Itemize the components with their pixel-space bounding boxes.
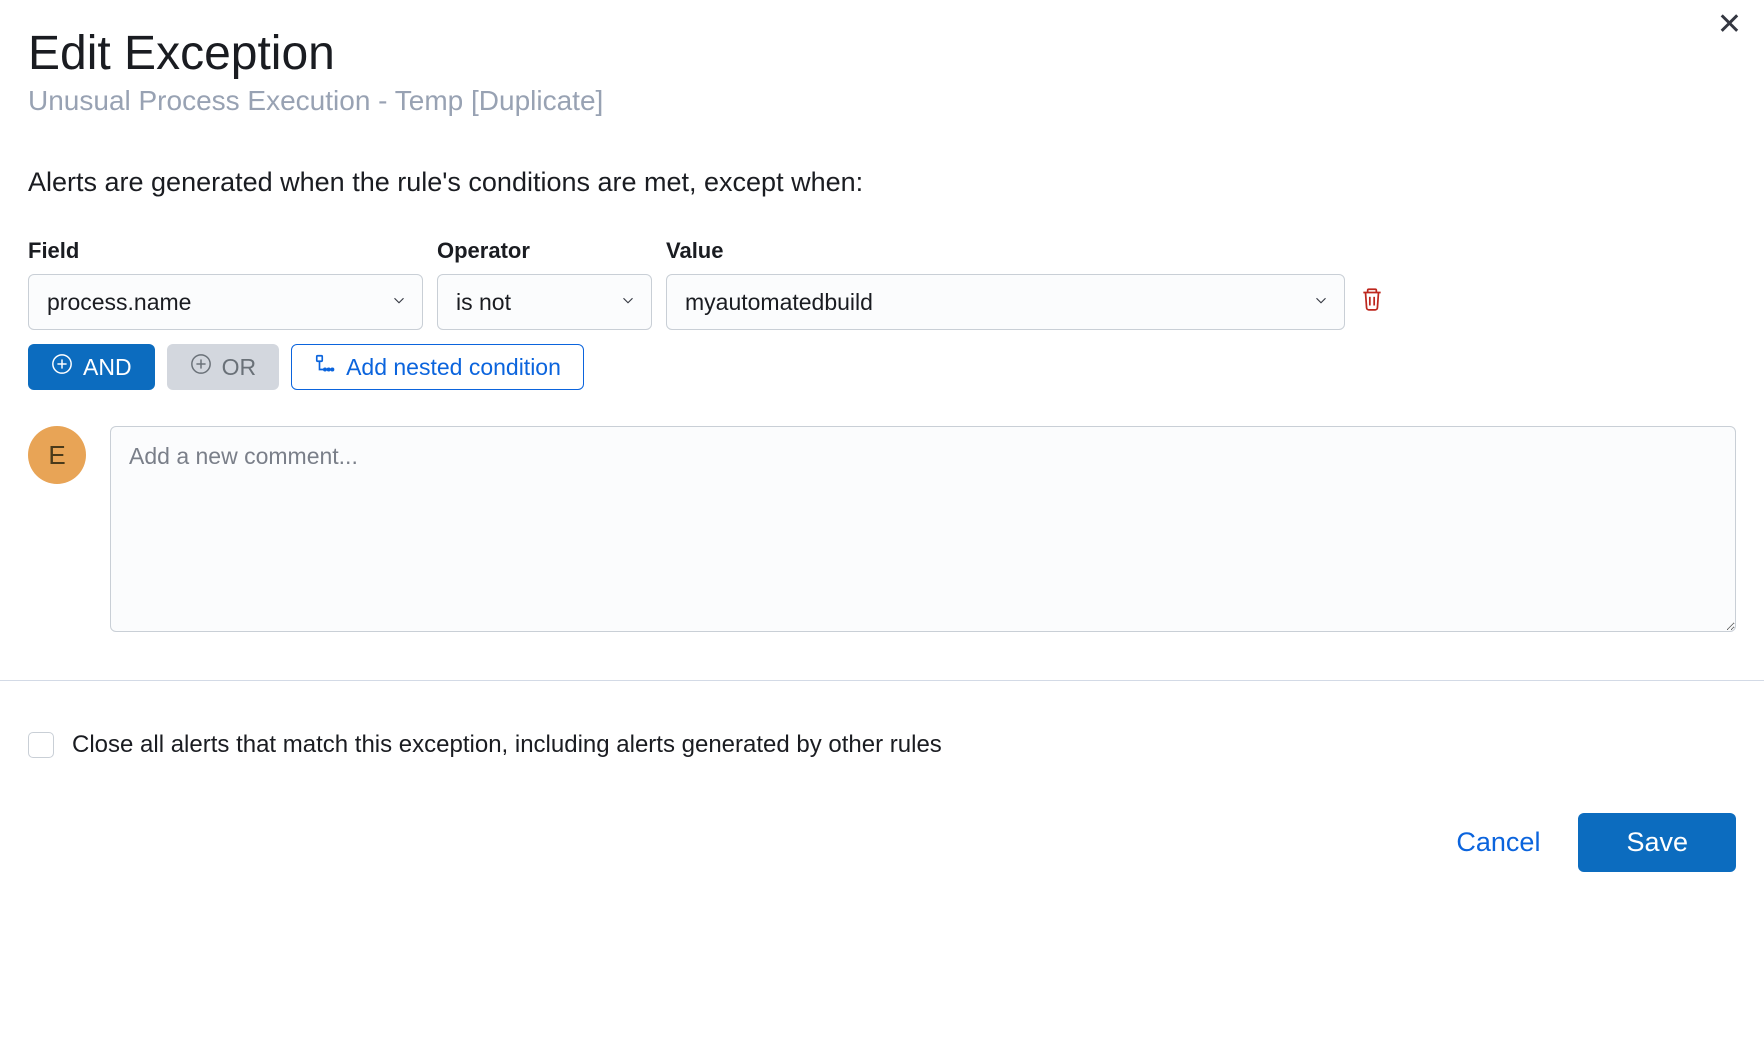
- field-label: Field: [28, 238, 423, 264]
- close-alerts-label: Close all alerts that match this excepti…: [72, 731, 942, 759]
- operator-label: Operator: [437, 238, 652, 264]
- section-divider: [0, 680, 1764, 681]
- plus-circle-icon: [51, 353, 73, 381]
- chevron-down-icon: [390, 289, 408, 316]
- value-label: Value: [666, 238, 1345, 264]
- close-icon: ✕: [1717, 8, 1742, 41]
- save-button[interactable]: Save: [1578, 813, 1736, 872]
- operator-column: Operator is not: [437, 238, 652, 330]
- page-subtitle: Unusual Process Execution - Temp [Duplic…: [28, 85, 1736, 117]
- cancel-button[interactable]: Cancel: [1456, 827, 1540, 858]
- avatar-initial: E: [48, 440, 65, 471]
- logic-button-row: AND OR Add nested condition: [28, 344, 1736, 390]
- field-select[interactable]: process.name: [28, 274, 423, 330]
- avatar: E: [28, 426, 86, 484]
- cancel-button-label: Cancel: [1456, 827, 1540, 857]
- value-select-value: myautomatedbuild: [685, 289, 873, 316]
- footer: Cancel Save: [28, 813, 1736, 872]
- operator-select-value: is not: [456, 289, 511, 316]
- field-column: Field process.name: [28, 238, 423, 330]
- and-button[interactable]: AND: [28, 344, 155, 390]
- plus-circle-icon: [190, 353, 212, 381]
- close-alerts-checkbox[interactable]: [28, 732, 54, 758]
- nested-condition-icon: [314, 353, 336, 381]
- and-button-label: AND: [83, 354, 132, 381]
- condition-row: Field process.name Operator is not Value…: [28, 238, 1736, 330]
- divider-wrap: [0, 680, 1764, 681]
- chevron-down-icon: [619, 289, 637, 316]
- save-button-label: Save: [1626, 827, 1688, 857]
- close-button[interactable]: ✕: [1713, 6, 1746, 44]
- add-nested-condition-label: Add nested condition: [346, 354, 561, 381]
- delete-condition-button[interactable]: [1359, 285, 1385, 316]
- value-select[interactable]: myautomatedbuild: [666, 274, 1345, 330]
- close-alerts-row: Close all alerts that match this excepti…: [28, 731, 1736, 759]
- value-column: Value myautomatedbuild: [666, 238, 1345, 330]
- add-nested-condition-button[interactable]: Add nested condition: [291, 344, 584, 390]
- edit-exception-modal: Edit Exception Unusual Process Execution…: [0, 0, 1764, 900]
- chevron-down-icon: [1312, 289, 1330, 316]
- comment-section: E: [28, 426, 1736, 632]
- trash-icon: [1359, 301, 1385, 316]
- or-button[interactable]: OR: [167, 344, 280, 390]
- comment-input[interactable]: [110, 426, 1736, 632]
- intro-text: Alerts are generated when the rule's con…: [28, 167, 1736, 198]
- or-button-label: OR: [222, 354, 257, 381]
- page-title: Edit Exception: [28, 0, 1736, 81]
- operator-select[interactable]: is not: [437, 274, 652, 330]
- field-select-value: process.name: [47, 289, 191, 316]
